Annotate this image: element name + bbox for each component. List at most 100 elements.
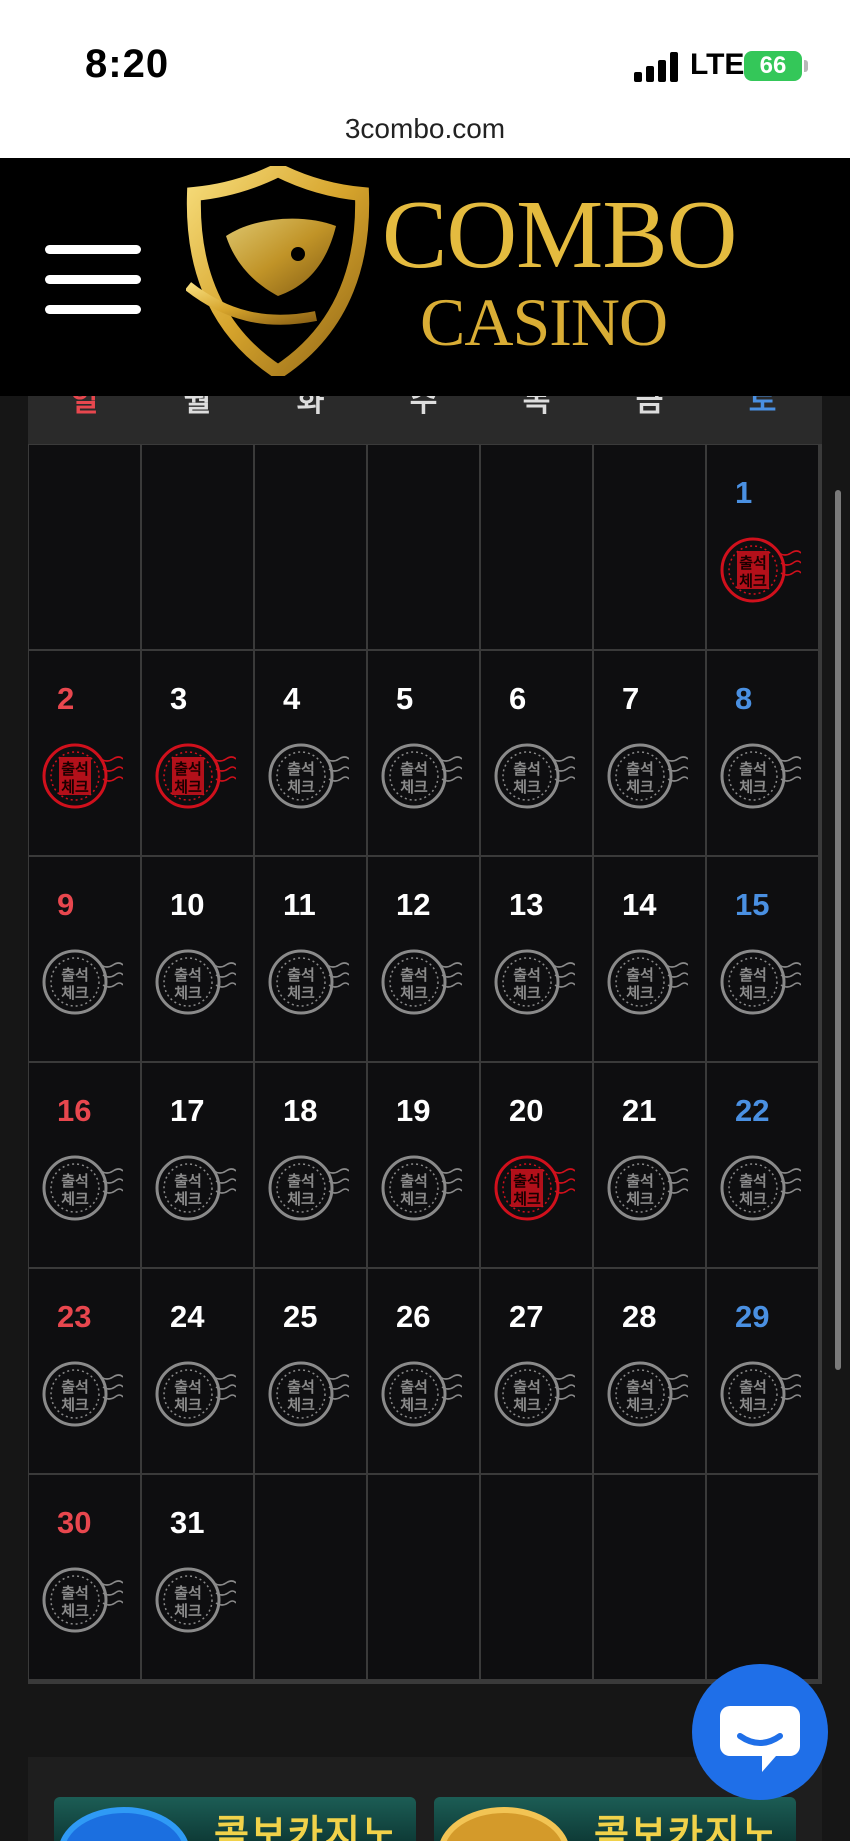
calendar-day-cell[interactable]: 19 출석 체크 bbox=[368, 1063, 479, 1267]
stamp-text-top: 출석 bbox=[513, 760, 541, 778]
stamp-text-bottom: 체크 bbox=[626, 1190, 654, 1208]
calendar-day-cell[interactable]: 21 출석 체크 bbox=[594, 1063, 705, 1267]
calendar-day-cell[interactable]: 11 출석 체크 bbox=[255, 857, 366, 1061]
day-number: 7 bbox=[622, 681, 640, 716]
calendar-day-cell[interactable]: 4 출석 체크 bbox=[255, 651, 366, 855]
attendance-stamp-checked-icon: 출석체크 bbox=[494, 1155, 575, 1221]
day-number: 11 bbox=[283, 887, 316, 922]
promo-title: 콤보카지노 bbox=[594, 1814, 779, 1841]
calendar-empty-cell bbox=[255, 1475, 366, 1679]
stamp-text-bottom: 체크 bbox=[400, 984, 428, 1002]
calendar-day-cell[interactable]: 14 출석 체크 bbox=[594, 857, 705, 1061]
attendance-stamp-icon: 출석체크 bbox=[494, 743, 575, 809]
calendar-day-cell[interactable]: 22 출석 체크 bbox=[707, 1063, 818, 1267]
attendance-stamp-icon: 출석체크 bbox=[155, 1361, 236, 1427]
calendar-empty-cell bbox=[594, 1475, 705, 1679]
day-number: 16 bbox=[57, 1093, 92, 1128]
promo-banner-2[interactable]: 콤보카지노 bbox=[434, 1797, 796, 1841]
day-number: 14 bbox=[622, 887, 657, 922]
stamp-text-bottom: 체크 bbox=[174, 984, 202, 1002]
attendance-stamp-icon: 출석체크 bbox=[42, 1567, 123, 1633]
calendar-day-cell[interactable]: 12 출석 체크 bbox=[368, 857, 479, 1061]
page-scrollbar[interactable] bbox=[835, 490, 841, 1370]
stamp-text-bottom: 체크 bbox=[174, 1396, 202, 1414]
stamp-text-bottom: 체크 bbox=[61, 1602, 89, 1620]
stamp-text-bottom: 체크 bbox=[739, 984, 767, 1002]
attendance-stamp-icon: 출석체크 bbox=[42, 1155, 123, 1221]
stamp-text-top: 출석 bbox=[513, 1378, 541, 1396]
chat-button[interactable] bbox=[692, 1664, 828, 1800]
attendance-stamp-checked-icon: 출석체크 bbox=[720, 537, 801, 603]
calendar-day-cell[interactable]: 5 출석 체크 bbox=[368, 651, 479, 855]
chat-bubble-icon bbox=[720, 1706, 800, 1772]
network-label: LTE bbox=[690, 48, 745, 81]
calendar-day-cell[interactable]: 26 출석 체크 bbox=[368, 1269, 479, 1473]
day-number: 30 bbox=[57, 1505, 92, 1540]
calendar-day-cell[interactable]: 31 출석 체크 bbox=[142, 1475, 253, 1679]
calendar-day-cell[interactable]: 29 출석 체크 bbox=[707, 1269, 818, 1473]
calendar-day-cell[interactable]: 17 출석 체크 bbox=[142, 1063, 253, 1267]
attendance-stamp-icon: 출석체크 bbox=[381, 1155, 462, 1221]
hamburger-icon[interactable] bbox=[45, 245, 141, 315]
stamp-text-bottom: 체크 bbox=[61, 1396, 89, 1414]
stamp-text-bottom: 체크 bbox=[174, 1602, 202, 1620]
calendar-empty-cell bbox=[368, 1475, 479, 1679]
stamp-text-top: 출석 bbox=[513, 1172, 541, 1190]
stamp-text-top: 출석 bbox=[287, 966, 315, 984]
calendar-empty-cell bbox=[481, 1475, 592, 1679]
stamp-text-top: 출석 bbox=[739, 1172, 767, 1190]
stamp-text-bottom: 체크 bbox=[513, 778, 541, 796]
day-number: 10 bbox=[170, 887, 205, 922]
stamp-text-top: 출석 bbox=[739, 966, 767, 984]
calendar-day-cell[interactable]: 23 출석 체크 bbox=[29, 1269, 140, 1473]
calendar-day-cell[interactable]: 18 출석 체크 bbox=[255, 1063, 366, 1267]
stamp-text-bottom: 체크 bbox=[287, 778, 315, 796]
promo-title: 콤보카지노 bbox=[214, 1814, 399, 1841]
calendar-day-cell[interactable]: 30 출석 체크 bbox=[29, 1475, 140, 1679]
calendar-day-cell[interactable]: 16 출석 체크 bbox=[29, 1063, 140, 1267]
calendar-day-cell[interactable]: 8 출석 체크 bbox=[707, 651, 818, 855]
stamp-text-bottom: 체크 bbox=[513, 984, 541, 1002]
calendar-day-cell[interactable]: 3 출석 체크 bbox=[142, 651, 253, 855]
battery-nub bbox=[804, 60, 808, 72]
stamp-text-top: 출석 bbox=[626, 1172, 654, 1190]
day-number: 28 bbox=[622, 1299, 657, 1334]
calendar-day-cell[interactable]: 1 출석 체크 bbox=[707, 445, 818, 649]
calendar-day-cell[interactable]: 10 출석 체크 bbox=[142, 857, 253, 1061]
day-number: 2 bbox=[57, 681, 75, 716]
attendance-stamp-icon: 출석체크 bbox=[494, 949, 575, 1015]
stamp-text-top: 출석 bbox=[626, 1378, 654, 1396]
stamp-text-top: 출석 bbox=[287, 1172, 315, 1190]
day-number: 20 bbox=[509, 1093, 544, 1128]
promo-banner-1[interactable]: 콤보카지노 bbox=[54, 1797, 416, 1841]
stamp-text-bottom: 체크 bbox=[287, 984, 315, 1002]
calendar-day-cell[interactable]: 7 출석 체크 bbox=[594, 651, 705, 855]
shield-logo-icon[interactable] bbox=[186, 166, 370, 376]
stamp-text-top: 출석 bbox=[287, 1378, 315, 1396]
stamp-text-top: 출석 bbox=[400, 1378, 428, 1396]
calendar-day-cell[interactable]: 6 출석 체크 bbox=[481, 651, 592, 855]
stamp-text-bottom: 체크 bbox=[513, 1190, 541, 1208]
calendar-day-cell[interactable]: 15 출석 체크 bbox=[707, 857, 818, 1061]
attendance-stamp-icon: 출석체크 bbox=[268, 1155, 349, 1221]
attendance-stamp-icon: 출석체크 bbox=[268, 1361, 349, 1427]
stamp-text-bottom: 체크 bbox=[626, 984, 654, 1002]
stamp-text-bottom: 체크 bbox=[400, 1396, 428, 1414]
stamp-text-bottom: 체크 bbox=[61, 1190, 89, 1208]
stamp-text-top: 출석 bbox=[739, 760, 767, 778]
calendar-day-cell[interactable]: 2 출석 체크 bbox=[29, 651, 140, 855]
calendar-day-cell[interactable]: 24 출석 체크 bbox=[142, 1269, 253, 1473]
calendar-day-cell[interactable]: 25 출석 체크 bbox=[255, 1269, 366, 1473]
logo-casino-text: CASINO bbox=[420, 284, 668, 360]
attendance-stamp-icon: 출석체크 bbox=[720, 1361, 801, 1427]
address-bar[interactable]: 3combo.com bbox=[0, 100, 850, 158]
calendar-day-cell[interactable]: 27 출석 체크 bbox=[481, 1269, 592, 1473]
calendar-day-cell[interactable]: 9 출석 체크 bbox=[29, 857, 140, 1061]
calendar-day-cell[interactable]: 13 출석 체크 bbox=[481, 857, 592, 1061]
promo-ring-icon bbox=[64, 1813, 184, 1841]
stamp-text-top: 출석 bbox=[400, 760, 428, 778]
calendar-empty-cell bbox=[707, 1475, 818, 1679]
calendar-day-cell[interactable]: 20 출석 체크 bbox=[481, 1063, 592, 1267]
calendar-day-cell[interactable]: 28 출석 체크 bbox=[594, 1269, 705, 1473]
stamp-text-top: 출석 bbox=[626, 760, 654, 778]
